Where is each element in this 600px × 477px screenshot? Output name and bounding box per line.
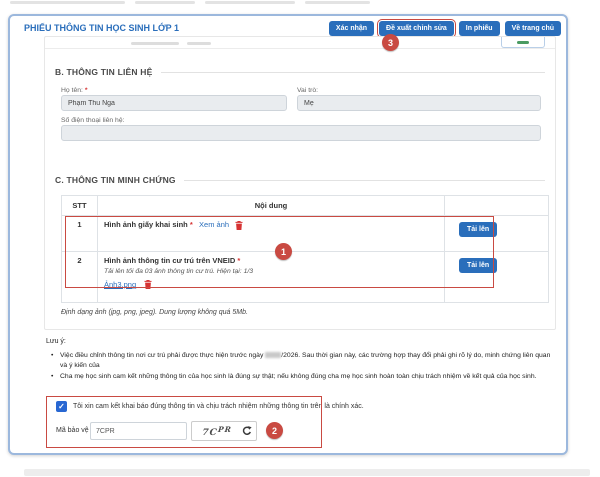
section-b-title: B. THÔNG TIN LIÊN HỆ [55,67,153,77]
fullname-field[interactable] [61,95,287,111]
row1-title: Hình ảnh giấy khai sinh [104,220,188,229]
required-asterisk: * [190,220,193,229]
top-cutoff-text [135,1,195,4]
role-field[interactable] [297,95,541,111]
required-asterisk: * [237,256,240,265]
delete-file-icon[interactable] [144,280,152,289]
check-icon: ✓ [58,403,65,411]
divider [184,180,545,181]
row1-stt: 1 [62,216,98,251]
bottom-cutoff-element [24,469,590,476]
image-format-note: Định dạng ảnh (jpg, png, jpeg). Dung lượ… [61,309,248,316]
col-header-noidung: Nội dung [98,196,445,215]
captcha-box: 7CPR [191,421,257,441]
window-header: PHIẾU THÔNG TIN HỌC SINH LỚP 1 Xác nhận … [10,16,566,38]
notes-list: Việc điều chỉnh thông tin nơi cư trú phả… [46,351,554,382]
fullname-label: Họ tên: * [61,87,87,94]
table-header-row: STT Nội dung [62,196,548,216]
divider [161,72,546,73]
notes-section: Lưu ý: Việc điều chỉnh thông tin nơi cư … [46,338,554,384]
col-header-action [445,196,548,215]
image-placeholder-icon [517,41,529,44]
screenshot-root: { "page": { "title": "PHIẾU THÔNG TIN HỌ… [0,0,600,477]
row2-action-cell: Tải lên [445,252,548,302]
partial-upload-button[interactable] [501,37,545,48]
page-title: PHIẾU THÔNG TIN HỌC SINH LỚP 1 [24,23,329,33]
upload-button[interactable]: Tải lên [459,258,497,273]
cutoff-text [187,42,211,45]
section-a-cutoff-row [45,37,555,49]
table-row: 1 Hình ảnh giấy khai sinh * Xem ảnh Tải … [62,216,548,252]
home-button[interactable]: Về trang chủ [505,21,561,36]
refresh-captcha-icon[interactable] [242,426,252,436]
section-c-title: C. THÔNG TIN MINH CHỨNG [55,175,176,185]
annotation-step-1: 1 [275,243,292,260]
captcha-input[interactable] [90,422,187,440]
row1-action-cell: Tải lên [445,216,548,251]
commitment-checkbox[interactable]: ✓ [56,401,67,412]
print-form-button[interactable]: In phiếu [459,21,500,36]
uploaded-file-link[interactable]: Ảnh3.png [104,280,136,289]
row2-content: Hình ảnh thông tin cư trú trên VNEID * T… [98,252,445,302]
redacted-date [265,352,281,358]
phone-field[interactable] [61,125,541,141]
annotation-step-3: 3 [382,34,399,51]
col-header-stt: STT [62,196,98,215]
row1-content: Hình ảnh giấy khai sinh * Xem ảnh [98,216,445,251]
commitment-label: Tôi xin cam kết khai báo đúng thông tin … [73,403,373,410]
table-row: 2 Hình ảnh thông tin cư trú trên VNEID *… [62,252,548,302]
form-window: PHIẾU THÔNG TIN HỌC SINH LỚP 1 Xác nhận … [8,14,568,455]
row2-upload-note: Tải lên tối đa 03 ảnh thông tin cư trú. … [104,268,438,275]
upload-button[interactable]: Tải lên [459,222,497,237]
captcha-label: Mã bảo vệ * [56,427,93,434]
required-asterisk: * [85,87,88,94]
note-item: Cha mẹ học sinh cam kết những thông tin … [60,372,554,382]
delete-image-icon[interactable] [235,221,243,230]
section-b-header: B. THÔNG TIN LIÊN HỆ [55,67,545,77]
confirm-button[interactable]: Xác nhận [329,21,374,36]
note-item: Việc điều chỉnh thông tin nơi cư trú phả… [60,351,554,370]
evidence-table: STT Nội dung 1 Hình ảnh giấy khai sinh *… [61,195,549,303]
section-c-header: C. THÔNG TIN MINH CHỨNG [55,175,545,185]
top-cutoff-text [305,1,370,4]
top-cutoff-text [205,1,295,4]
view-image-link[interactable]: Xem ảnh [199,220,229,229]
captcha-image: 7CPR [195,425,238,438]
cutoff-text [131,42,179,45]
form-card: B. THÔNG TIN LIÊN HỆ Họ tên: * Vai trò: … [44,36,556,330]
row2-title: Hình ảnh thông tin cư trú trên VNEID [104,256,235,265]
header-actions: Xác nhận Đề xuất chỉnh sửa In phiếu Về t… [329,21,561,36]
top-cutoff-text [10,1,125,4]
role-label: Vai trò: [297,87,318,94]
phone-label: Số điện thoại liên hệ: [61,117,125,124]
notes-title: Lưu ý: [46,338,554,345]
row2-stt: 2 [62,252,98,302]
annotation-step-2: 2 [266,422,283,439]
